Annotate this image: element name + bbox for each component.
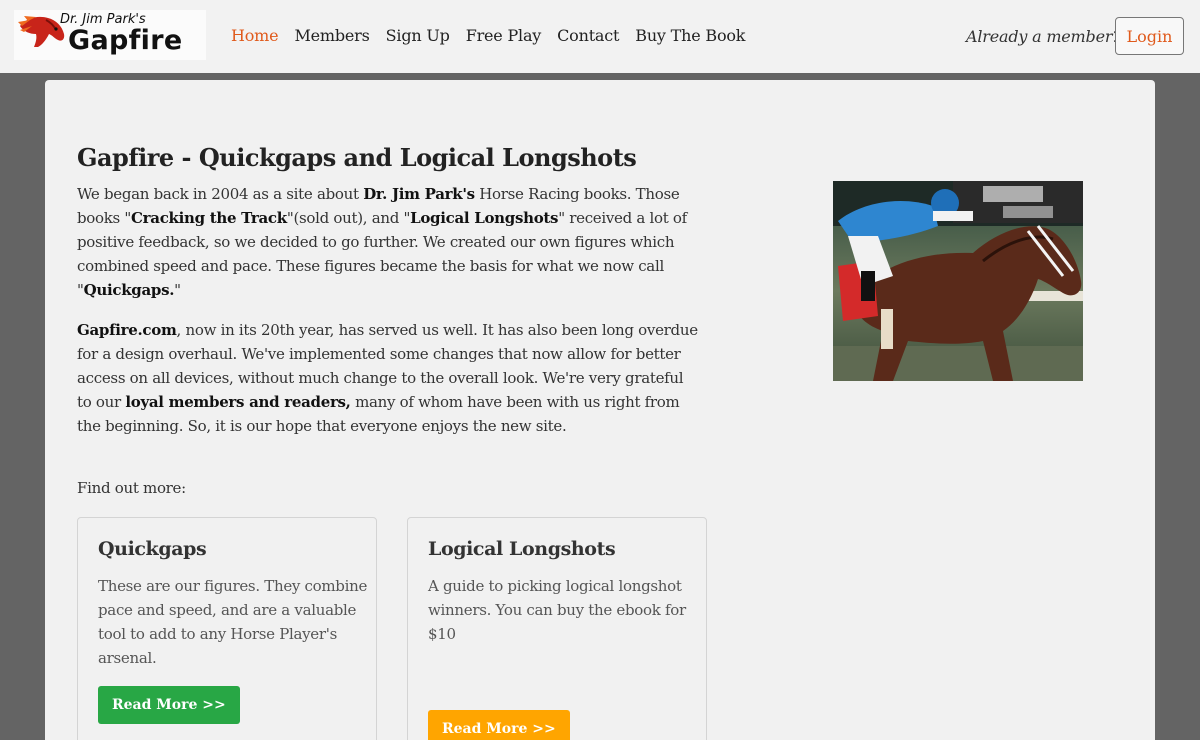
page-title-rest: - Quickgaps and Logical Longshots [173,143,637,172]
book-title-longshots: Logical Longshots [410,209,559,227]
main-nav: Home Members Sign Up Free Play Contact B… [231,26,761,45]
page-title-brand: Gapfire [77,143,174,172]
already-member-label: Already a member? [966,27,1121,46]
top-navbar: Dr. Jim Park's Gapfire Home Members Sign… [0,0,1200,73]
longshots-read-more-button[interactable]: Read More >> [428,710,570,740]
nav-contact[interactable]: Contact [557,26,619,45]
card-title: Logical Longshots [428,538,616,560]
find-out-more-label: Find out more: [77,479,186,497]
quickgaps-read-more-button[interactable]: Read More >> [98,686,240,724]
card-text: A guide to picking logical longshot winn… [428,577,686,643]
login-button[interactable]: Login [1115,17,1184,55]
page-title: Gapfire - Quickgaps and Logical Longshot… [77,143,637,172]
horse-racing-photo [833,181,1083,381]
nav-free-play[interactable]: Free Play [466,26,542,45]
card-text: These are our figures. They combine pace… [98,577,368,667]
quickgaps-card: Quickgaps These are our figures. They co… [77,517,377,740]
intro-paragraph: We began back in 2004 as a site about Dr… [77,182,702,302]
update-paragraph: Gapfire.com, now in its 20th year, has s… [77,318,702,438]
logical-longshots-card: Logical Longshots A guide to picking log… [407,517,707,740]
card-title: Quickgaps [98,538,207,560]
quickgaps-term: Quickgaps. [83,281,175,299]
author-name: Dr. Jim Park's [363,185,475,203]
intro-text: " [174,281,181,299]
nav-members[interactable]: Members [294,26,369,45]
nav-sign-up[interactable]: Sign Up [386,26,450,45]
loyal-members-term: loyal members and readers, [125,393,351,411]
nav-buy-the-book[interactable]: Buy The Book [635,26,745,45]
site-name: Gapfire.com [77,321,177,339]
site-logo[interactable]: Dr. Jim Park's Gapfire [14,10,206,60]
book-title-cracking: Cracking the Track [131,209,287,227]
intro-text: We began back in 2004 as a site about [77,185,364,203]
nav-home[interactable]: Home [231,26,279,45]
intro-text: "(sold out), and " [286,209,411,227]
logo-title: Gapfire [68,25,183,56]
